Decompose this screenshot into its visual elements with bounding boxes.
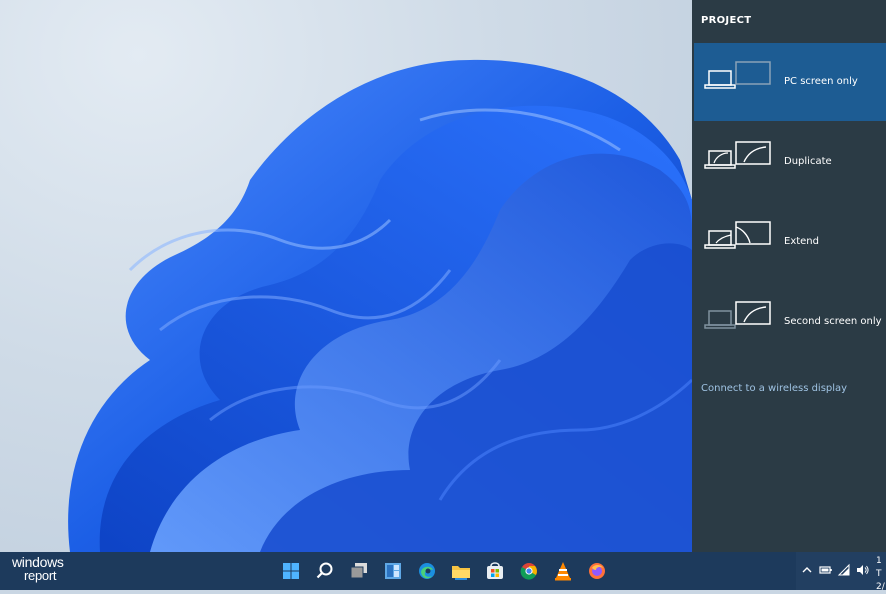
vlc-icon[interactable] (550, 558, 576, 584)
option-pc-screen-only[interactable]: PC screen only (694, 43, 886, 121)
extend-icon (704, 221, 771, 249)
project-pane: PROJECT PC screen only Duplicate Extend (692, 0, 886, 552)
chrome-icon[interactable] (516, 558, 542, 584)
wifi-icon[interactable] (837, 563, 851, 577)
edge-icon[interactable] (414, 558, 440, 584)
store-icon[interactable] (482, 558, 508, 584)
option-second-screen-only[interactable]: Second screen only (694, 283, 886, 361)
option-duplicate[interactable]: Duplicate (694, 123, 886, 201)
option-extend[interactable]: Extend (694, 203, 886, 281)
pane-title: PROJECT (701, 15, 752, 26)
task-view-icon[interactable] (346, 558, 372, 584)
clock-line-2: T (876, 569, 882, 579)
option-label: Second screen only (784, 316, 882, 327)
option-label: Extend (784, 236, 819, 247)
volume-icon[interactable] (855, 563, 869, 577)
clock-line-3: 2/ (876, 582, 885, 592)
widgets-icon[interactable] (380, 558, 406, 584)
pc-screen-only-icon (704, 61, 771, 89)
battery-icon[interactable] (819, 563, 833, 577)
duplicate-icon (704, 141, 771, 169)
start-icon[interactable] (278, 558, 304, 584)
desktop-wallpaper (0, 0, 692, 552)
second-screen-only-icon (704, 301, 771, 329)
bloom-wallpaper-graphic (68, 59, 692, 552)
connect-wireless-display-link[interactable]: Connect to a wireless display (701, 383, 847, 394)
option-label: PC screen only (784, 76, 858, 87)
logo-line-2: report (24, 568, 57, 583)
option-label: Duplicate (784, 156, 832, 167)
clock-line-1: 1 (876, 556, 882, 566)
file-explorer-icon[interactable] (448, 558, 474, 584)
chevron-up-icon[interactable] (800, 562, 814, 578)
taskbar (0, 552, 886, 590)
windows-report-logo: windows report (12, 553, 82, 585)
clock[interactable]: 1 T 2/ (876, 555, 885, 594)
search-icon[interactable] (312, 558, 338, 584)
firefox-icon[interactable] (584, 558, 610, 584)
